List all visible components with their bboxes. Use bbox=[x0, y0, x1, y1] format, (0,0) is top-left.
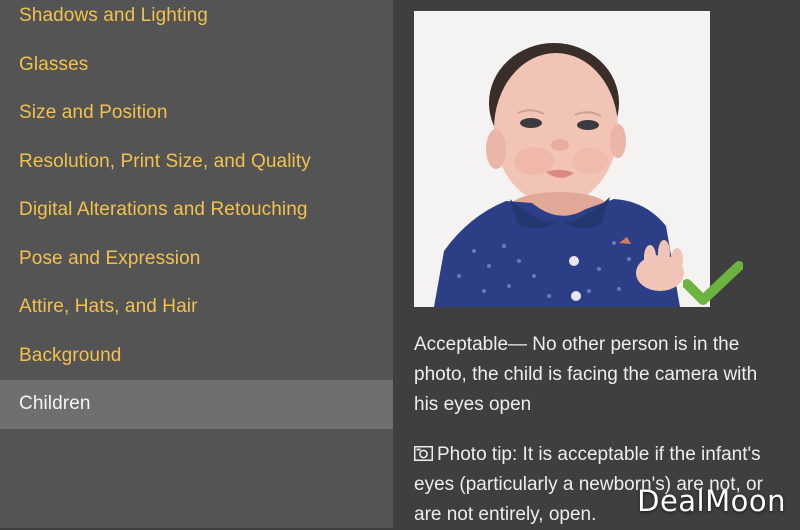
sidebar-item-label: Pose and Expression bbox=[19, 247, 201, 269]
sidebar-item-size-and-position[interactable]: Size and Position bbox=[0, 89, 393, 138]
camera-icon bbox=[414, 446, 433, 461]
watermark-logo: DealMoon bbox=[637, 484, 786, 518]
sidebar-item-label: Glasses bbox=[19, 53, 89, 75]
sidebar-item-digital-alterations[interactable]: Digital Alterations and Retouching bbox=[0, 186, 393, 235]
sidebar-item-label: Size and Position bbox=[19, 102, 168, 124]
sidebar-item-label: Children bbox=[19, 393, 91, 415]
sidebar-item-label: Background bbox=[19, 344, 122, 366]
sidebar-item-glasses[interactable]: Glasses bbox=[0, 41, 393, 90]
sidebar-item-label: Digital Alterations and Retouching bbox=[19, 199, 308, 221]
checkmark-icon bbox=[683, 261, 743, 305]
baby-photo bbox=[414, 11, 710, 307]
sidebar-item-pose-and-expression[interactable]: Pose and Expression bbox=[0, 235, 393, 284]
sidebar-item-children[interactable]: Children bbox=[0, 380, 393, 429]
sidebar-item-label: Shadows and Lighting bbox=[19, 5, 208, 27]
sidebar-item-shadows-and-lighting[interactable]: Shadows and Lighting bbox=[0, 0, 393, 41]
content-panel: Acceptable— No other person is in the ph… bbox=[393, 0, 800, 528]
sidebar-nav: Shadows and Lighting Glasses Size and Po… bbox=[0, 0, 393, 528]
photo-caption: Acceptable— No other person is in the ph… bbox=[414, 334, 758, 415]
sidebar-item-background[interactable]: Background bbox=[0, 332, 393, 381]
sidebar-item-resolution-print-size-quality[interactable]: Resolution, Print Size, and Quality bbox=[0, 138, 393, 187]
sidebar-item-label: Resolution, Print Size, and Quality bbox=[19, 150, 311, 172]
sidebar-item-attire-hats-hair[interactable]: Attire, Hats, and Hair bbox=[0, 283, 393, 332]
sidebar-item-label: Attire, Hats, and Hair bbox=[19, 296, 198, 318]
